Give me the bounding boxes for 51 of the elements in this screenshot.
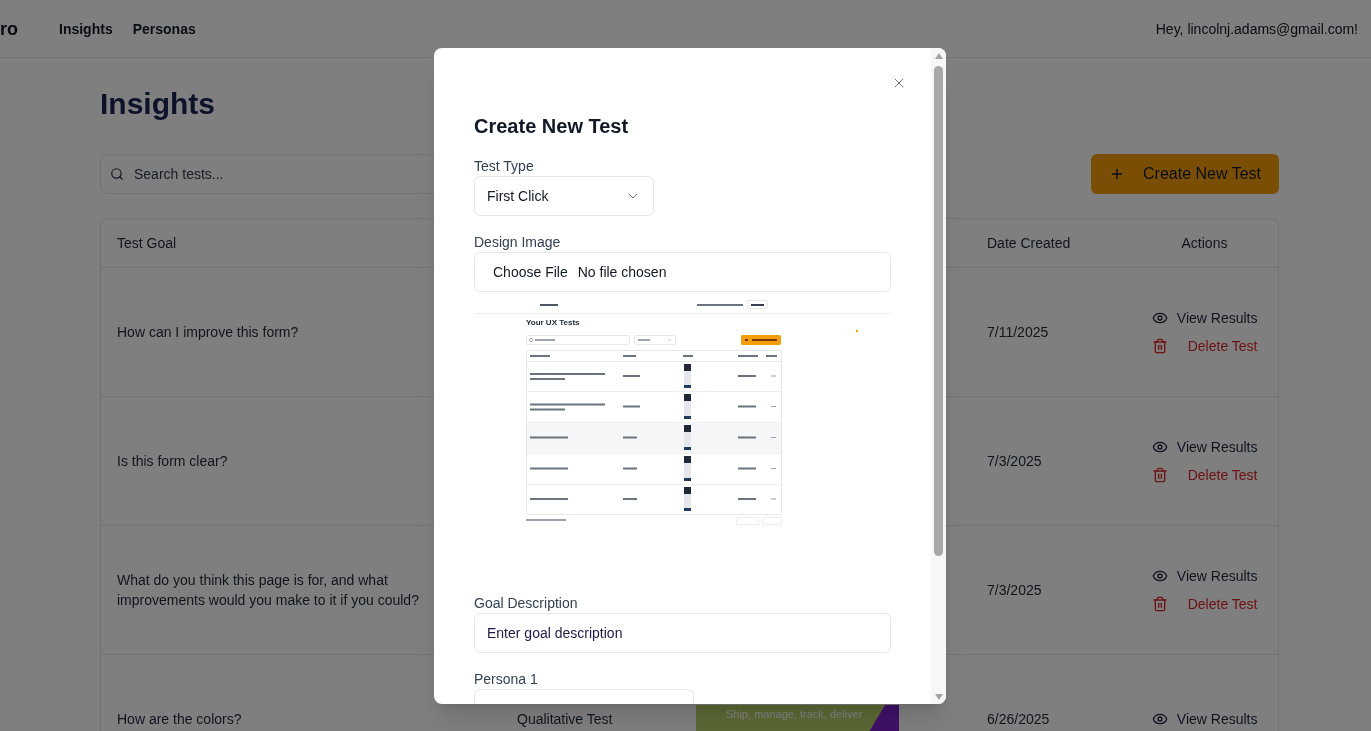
column-header: Actions bbox=[1181, 234, 1228, 253]
view-results-button[interactable]: View Results bbox=[1151, 709, 1258, 729]
view-results-button[interactable]: View Results bbox=[1151, 566, 1258, 586]
app-logo[interactable]: ro bbox=[0, 16, 18, 41]
create-test-button[interactable]: Create New Test bbox=[1091, 154, 1279, 194]
text-input-field[interactable]: Enter goal description bbox=[474, 613, 891, 653]
delete-test-button[interactable]: Delete Test bbox=[1151, 594, 1258, 614]
field-label: Design Image bbox=[474, 233, 561, 252]
dialog-title: Create New Test bbox=[474, 114, 629, 139]
test-goal-cell-text: What do you think this page is for, and what improvements would you make to it if you could? bbox=[117, 571, 420, 610]
eye-icon bbox=[1151, 711, 1168, 727]
user-greeting: Hey, lincolnj.adams@gmail.com! bbox=[1155, 19, 1358, 39]
view-results-button[interactable]: View Results bbox=[1151, 308, 1258, 328]
scroll-down-arrow-icon[interactable] bbox=[934, 694, 943, 700]
file-status-text: No file chosen bbox=[577, 263, 667, 282]
trash-icon bbox=[1151, 596, 1168, 612]
column-header: Date Created bbox=[987, 234, 1071, 253]
view-results-button[interactable]: View Results bbox=[1151, 437, 1258, 457]
search-icon bbox=[110, 167, 124, 181]
test-goal-cell-text: How are the colors? bbox=[117, 710, 243, 729]
select-field[interactable] bbox=[474, 689, 694, 704]
eye-icon bbox=[1151, 439, 1168, 455]
select-field[interactable]: First Click bbox=[474, 176, 654, 216]
thumbnail-headline: Ship, manage, track, deliver bbox=[726, 707, 863, 721]
date-created-cell-text: 7/11/2025 bbox=[987, 323, 1049, 342]
preview-page-title: Your UX Tests bbox=[526, 318, 580, 328]
choose-file-button[interactable]: Choose File bbox=[493, 262, 568, 282]
eye-icon bbox=[1151, 568, 1168, 584]
file-input-field[interactable]: Choose File No file chosen bbox=[474, 252, 891, 292]
test-type-cell-text: Qualitative Test bbox=[517, 710, 613, 729]
column-header: Test Goal bbox=[117, 234, 177, 253]
date-created-cell-text: 6/26/2025 bbox=[987, 710, 1050, 729]
trash-icon bbox=[1151, 338, 1168, 354]
date-created-cell-text: 7/3/2025 bbox=[987, 452, 1042, 471]
date-created-cell-text: 7/3/2025 bbox=[987, 581, 1042, 600]
page-title: Insights bbox=[100, 86, 215, 122]
scroll-up-arrow-icon[interactable] bbox=[934, 53, 943, 59]
corner-shape-drawing bbox=[869, 705, 899, 731]
trash-icon bbox=[1151, 467, 1168, 483]
delete-test-button[interactable]: Delete Test bbox=[1151, 336, 1258, 356]
test-goal-cell-text: How can I improve this form? bbox=[117, 323, 300, 342]
field-label: Goal Description bbox=[474, 594, 578, 613]
delete-test-button[interactable]: Delete Test bbox=[1151, 465, 1258, 485]
field-label: Test Type bbox=[474, 157, 534, 176]
field-label: Persona 1 bbox=[474, 670, 538, 689]
nav-link[interactable]: Personas bbox=[132, 18, 196, 39]
nav-link[interactable]: Insights bbox=[59, 18, 113, 39]
plus-icon bbox=[1109, 166, 1125, 182]
eye-icon bbox=[1151, 310, 1168, 326]
scrollbar-thumb[interactable] bbox=[934, 66, 943, 556]
test-goal-cell-text: Is this form clear? bbox=[117, 452, 229, 471]
